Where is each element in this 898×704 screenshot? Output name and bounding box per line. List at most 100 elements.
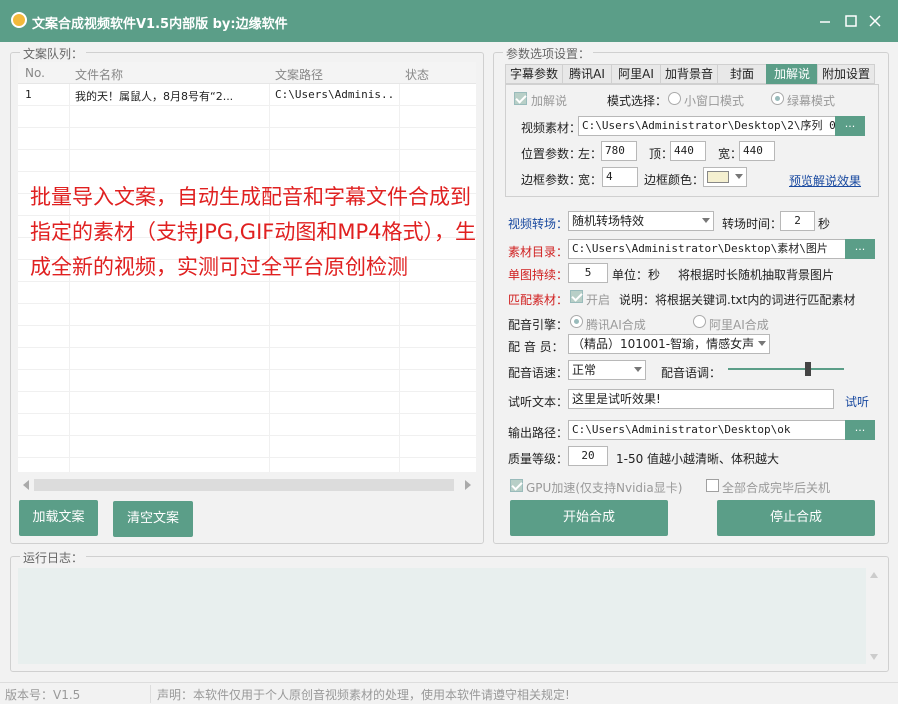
tab-cover[interactable]: 封面 [717, 64, 767, 84]
match-enable-label: 开启 [586, 293, 611, 307]
quality-input[interactable]: 20 [568, 446, 608, 466]
column-status[interactable]: 状态 [405, 66, 429, 83]
gpu-label: GPU加速(仅支持Nvidia显卡) [526, 481, 683, 495]
border-label: 边框参数： [521, 173, 582, 187]
quality-note: 1-50 值越小越清晰、体积越大 [616, 452, 780, 466]
log-textarea[interactable] [18, 568, 866, 664]
top-input[interactable]: 440 [670, 141, 706, 161]
column-filename[interactable]: 文件名称 [75, 66, 123, 83]
tone-label: 配音语调： [661, 366, 722, 380]
engine-tencent-radio[interactable] [570, 315, 583, 328]
transition-value: 随机转场特效 [572, 214, 645, 228]
log-vscrollbar[interactable] [866, 568, 882, 664]
tab-bgm[interactable]: 加背景音 [660, 64, 718, 84]
material-dir-label: 素材目录： [508, 245, 569, 259]
gpu-checkbox[interactable] [510, 479, 523, 492]
chevron-down-icon [702, 218, 710, 223]
queue-list-header: No. 文件名称 文案路径 状态 [18, 62, 476, 84]
match-material-label: 匹配素材： [508, 293, 569, 307]
quality-label: 质量等级： [508, 452, 569, 466]
tab-subtitle[interactable]: 字幕参数 [505, 64, 563, 84]
speed-value: 正常 [572, 363, 597, 377]
shutdown-checkbox[interactable] [706, 479, 719, 492]
app-icon [11, 12, 27, 28]
scroll-up-icon[interactable] [870, 572, 878, 578]
left-input[interactable]: 780 [601, 141, 637, 161]
video-material-browse-button[interactable]: ... [835, 116, 865, 136]
speed-select[interactable]: 正常 [568, 360, 646, 380]
single-image-note: 将根据时长随机抽取背景图片 [678, 268, 835, 282]
close-icon[interactable] [867, 13, 883, 29]
chevron-down-icon [735, 174, 743, 179]
output-path-input[interactable]: C:\Users\Administrator\Desktop\ok [568, 420, 846, 440]
status-bar: 版本号：V1.5 声明：本软件仅用于个人原创音视频素材的处理，使用本软件请遵守相… [0, 682, 898, 704]
mode-small-radio[interactable] [668, 92, 681, 105]
engine-ali-radio[interactable] [693, 315, 706, 328]
trial-text-input[interactable]: 这里是试听效果! [568, 389, 834, 409]
engine-ali-label: 阿里AI合成 [709, 318, 769, 332]
single-image-input[interactable]: 5 [568, 263, 608, 283]
mode-label: 模式选择： [607, 94, 668, 108]
position-label: 位置参数： [521, 147, 582, 161]
voice-value: （精品）101001-智瑜，情感女声 [572, 337, 755, 351]
voice-select[interactable]: （精品）101001-智瑜，情感女声 [568, 334, 770, 354]
output-path-label: 输出路径： [508, 426, 569, 440]
queue-hscrollbar[interactable] [18, 475, 476, 495]
tab-ali-ai[interactable]: 阿里AI [611, 64, 661, 84]
version-text: 版本号：V1.5 [5, 688, 81, 702]
start-compose-button[interactable]: 开始合成 [510, 500, 668, 536]
row-filename: 我的天！属鼠人，8月8号有“2... [75, 90, 234, 103]
output-path-browse-button[interactable]: ... [845, 420, 875, 440]
chevron-down-icon [634, 367, 642, 372]
scroll-down-icon[interactable] [870, 654, 878, 660]
narration-checkbox[interactable] [514, 92, 527, 105]
tab-tencent-ai[interactable]: 腾讯AI [562, 64, 612, 84]
tab-extra[interactable]: 附加设置 [817, 64, 875, 84]
match-material-checkbox[interactable] [570, 290, 583, 303]
clear-script-button[interactable]: 清空文案 [113, 501, 193, 537]
mode-green-radio[interactable] [771, 92, 784, 105]
scroll-thumb[interactable] [34, 479, 454, 491]
trial-text-label: 试听文本： [508, 395, 569, 409]
single-image-label: 单图持续： [508, 268, 569, 282]
preview-narration-link[interactable]: 预览解说效果 [789, 172, 861, 189]
stop-compose-button[interactable]: 停止合成 [717, 500, 875, 536]
engine-tencent-label: 腾讯AI合成 [586, 318, 646, 332]
mode-small-label: 小窗口模式 [684, 94, 745, 108]
material-dir-browse-button[interactable]: ... [845, 239, 875, 259]
video-material-input[interactable]: C:\Users\Administrator\Desktop\2\序列 03.m [578, 116, 836, 136]
scroll-right-icon[interactable] [464, 480, 472, 490]
load-script-button[interactable]: 加载文案 [19, 500, 98, 536]
params-group-label: 参数选项设置： [503, 45, 594, 62]
narration-enable-label: 加解说 [531, 94, 568, 108]
trial-listen-button[interactable]: 试听 [845, 393, 869, 410]
row-no: 1 [25, 88, 32, 101]
border-width-input[interactable]: 4 [602, 167, 638, 187]
mode-green-label: 绿幕模式 [787, 94, 836, 108]
tab-narration[interactable]: 加解说 [766, 64, 818, 84]
chevron-down-icon [758, 341, 766, 346]
column-path[interactable]: 文案路径 [275, 66, 323, 83]
tone-slider-thumb[interactable] [805, 362, 811, 376]
transition-time-label: 转场时间： [722, 217, 783, 231]
transition-select[interactable]: 随机转场特效 [568, 211, 714, 231]
speed-label: 配音语速： [508, 366, 569, 380]
tone-slider[interactable] [728, 362, 844, 376]
column-no[interactable]: No. [25, 66, 45, 80]
maximize-icon[interactable] [843, 13, 859, 29]
scroll-left-icon[interactable] [22, 480, 30, 490]
log-group-label: 运行日志： [20, 549, 87, 566]
border-color-picker[interactable] [703, 167, 747, 187]
voice-label: 配 音 员： [508, 340, 564, 354]
material-dir-input[interactable]: C:\Users\Administrator\Desktop\素材\图片 [568, 239, 846, 259]
table-row[interactable]: 1 我的天！属鼠人，8月8号有“2... C:\Users\Adminis... [18, 84, 476, 106]
promo-overlay-text: 批量导入文案，自动生成配音和字幕文件合成到指定的素材（支持JPG,GIF动图和M… [30, 185, 476, 279]
minimize-icon[interactable] [817, 13, 833, 29]
width-input[interactable]: 440 [739, 141, 775, 161]
row-path: C:\Users\Adminis... [275, 88, 395, 101]
border-width-label: 宽： [578, 173, 603, 187]
engine-label: 配音引擎： [508, 318, 569, 332]
window-title: 文案合成视频软件V1.5内部版 by:边缘软件 [32, 17, 288, 32]
transition-time-input[interactable]: 2 [780, 211, 815, 231]
border-color-label: 边框颜色： [644, 173, 705, 187]
